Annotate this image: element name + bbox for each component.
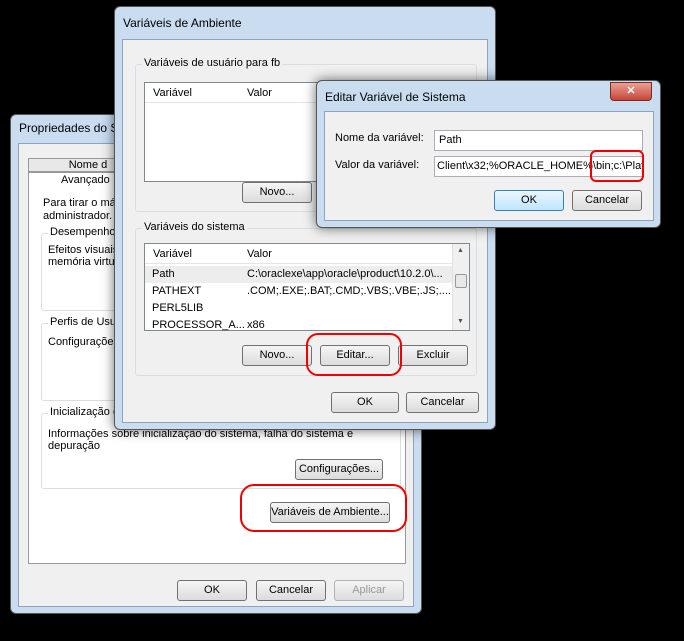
highlight-env-vars-button — [240, 484, 407, 532]
name-label: Nome da variável: — [335, 132, 424, 144]
apply-button[interactable]: Aplicar — [334, 580, 404, 601]
window-title: Propriedades do Si — [19, 121, 122, 135]
group-label: Inicialização e — [48, 406, 122, 418]
table-row[interactable]: PATHEXT .COM;.EXE;.BAT;.CMD;.VBS;.VBE;.JS… — [145, 283, 469, 300]
intro-text-2: administrador. — [43, 210, 113, 222]
close-icon: ✕ — [626, 85, 636, 97]
group-label: Variáveis do sistema — [142, 221, 247, 233]
highlight-edit-button — [306, 333, 402, 376]
group-label: Variáveis de usuário para fb — [142, 57, 283, 69]
table-row[interactable]: PROCESSOR_A... x86 — [145, 317, 469, 334]
window-title: Editar Variável de Sistema — [325, 90, 466, 104]
scroll-down-icon[interactable]: ▼ — [457, 318, 464, 325]
ok-button[interactable]: OK — [331, 392, 399, 413]
scroll-up-icon[interactable]: ▲ — [457, 247, 464, 254]
cancel-button[interactable]: Cancelar — [406, 392, 479, 413]
close-button[interactable]: ✕ — [610, 82, 652, 101]
table-row[interactable]: PERL5LIB — [145, 300, 469, 317]
system-new-button[interactable]: Novo... — [242, 345, 312, 366]
highlight-path-value — [590, 150, 644, 182]
column-header-variable[interactable]: Variável — [153, 87, 192, 99]
table-row[interactable]: Path C:\oraclexe\app\oracle\product\10.2.… — [145, 266, 453, 283]
cell-name: PROCESSOR_A... — [152, 319, 245, 331]
cell-value: .COM;.EXE;.BAT;.CMD;.VBS;.VBE;.JS;.... — [247, 285, 451, 297]
ok-button[interactable]: OK — [494, 190, 564, 211]
column-header-value[interactable]: Valor — [247, 248, 272, 260]
cell-value: C:\oraclexe\app\oracle\product\10.2.0\..… — [247, 268, 443, 280]
cancel-button[interactable]: Cancelar — [572, 190, 642, 211]
system-variables-list[interactable]: Variável Valor Path C:\oraclexe\app\oracle… — [144, 243, 470, 331]
cell-name: PERL5LIB — [152, 302, 204, 314]
group-label: Desempenho — [48, 226, 118, 238]
variable-name-input[interactable]: Path — [434, 130, 643, 151]
user-new-button[interactable]: Novo... — [242, 182, 312, 203]
group-text: memória virtual — [48, 256, 124, 268]
group-label: Perfis de Usuá — [48, 316, 125, 328]
value-label: Valor da variável: — [335, 159, 420, 171]
group-text: depuração — [48, 440, 100, 452]
scrollbar[interactable]: ▲ ▼ — [452, 244, 469, 330]
column-header-value[interactable]: Valor — [247, 87, 272, 99]
column-header-variable[interactable]: Variável — [153, 248, 192, 260]
intro-text-1: Para tirar o máxi — [43, 197, 124, 209]
group-text: Efeitos visuais, — [48, 244, 122, 256]
delete-button[interactable]: Excluir — [398, 345, 468, 366]
cell-name: PATHEXT — [152, 285, 202, 297]
cancel-button[interactable]: Cancelar — [256, 580, 326, 601]
tab-advanced[interactable]: Avançado — [61, 174, 110, 186]
group-text: Configurações — [48, 336, 119, 348]
scroll-thumb[interactable] — [455, 274, 467, 288]
ok-button[interactable]: OK — [177, 580, 247, 601]
settings-button[interactable]: Configurações... — [295, 459, 383, 480]
cell-name: Path — [152, 268, 175, 280]
window-title: Variáveis de Ambiente — [123, 16, 242, 30]
cell-value: x86 — [247, 319, 265, 331]
tab-label: Nome d — [68, 159, 108, 171]
